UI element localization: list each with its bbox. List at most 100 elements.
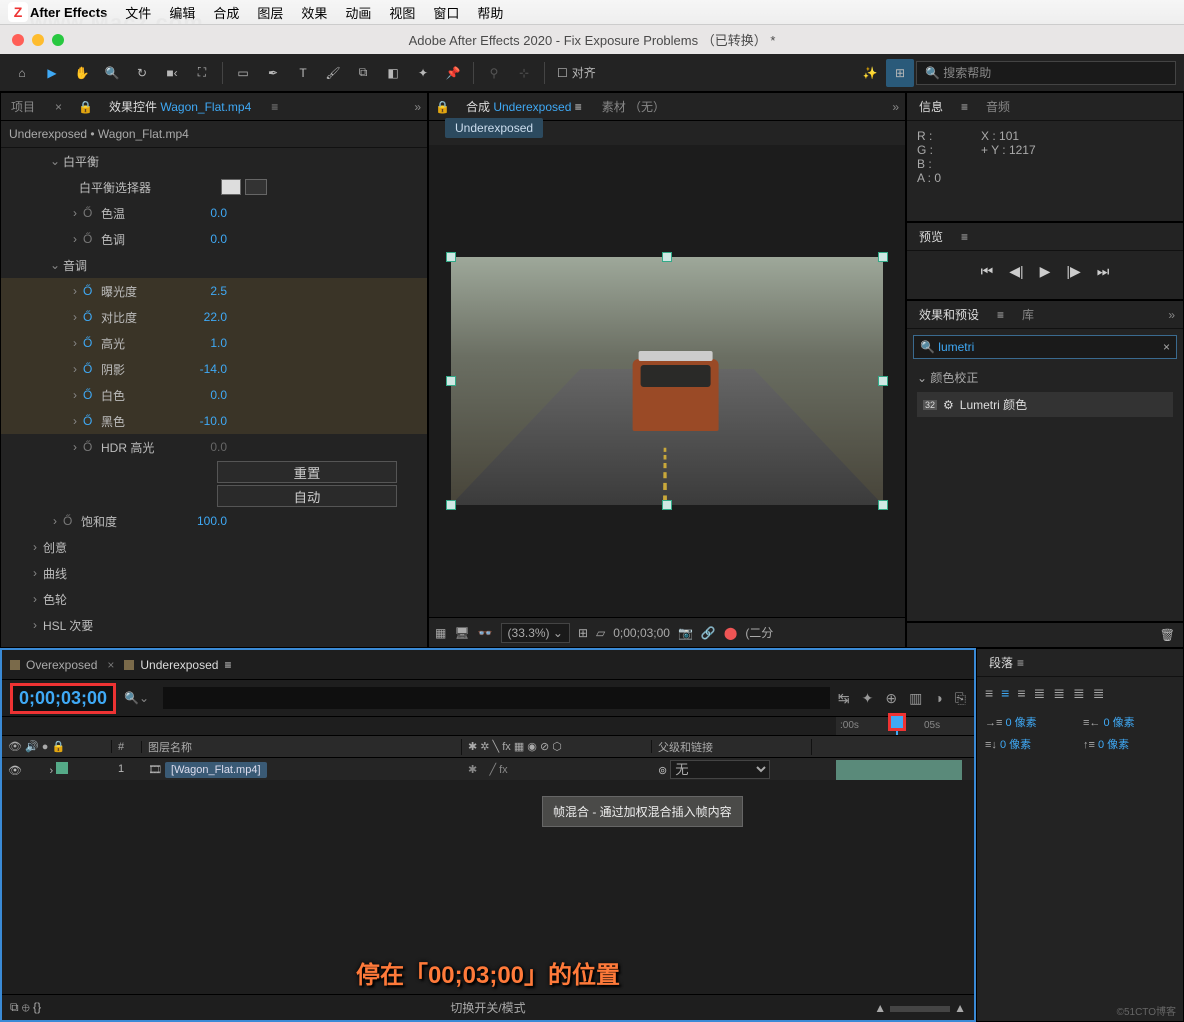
space-after[interactable]: ↑≡ 0 像素 [1083, 736, 1175, 752]
twirl-icon[interactable]: › [69, 310, 81, 324]
eraser-tool[interactable]: ◧ [379, 59, 407, 87]
justify-center-icon[interactable]: ≣ [1053, 685, 1065, 702]
next-frame-icon[interactable]: |▶ [1066, 263, 1080, 280]
color-swatch[interactable] [221, 179, 241, 195]
search-help-input[interactable]: 🔍 搜索帮助 [916, 61, 1176, 85]
twirl-icon[interactable]: ⌄ [49, 154, 61, 168]
mask-icon[interactable]: 👓 [478, 626, 493, 640]
grid-icon[interactable]: ▦ [435, 626, 446, 640]
twirl-icon[interactable]: › [69, 232, 81, 246]
prev-frame-icon[interactable]: ◀| [1009, 263, 1023, 280]
justify-left-icon[interactable]: ≣ [1034, 685, 1046, 702]
prop-tone[interactable]: 音调 [63, 257, 87, 274]
layer-name[interactable]: [Wagon_Flat.mp4] [165, 762, 266, 778]
resolution-dropdown[interactable]: (二分 [745, 624, 773, 641]
puppet-tool[interactable]: 📌 [439, 59, 467, 87]
twirl-icon[interactable]: ⌄ [917, 371, 927, 385]
stopwatch-icon[interactable]: Ő [83, 284, 97, 298]
tab-close-icon[interactable]: × [107, 658, 114, 672]
stopwatch-icon[interactable]: Ő [83, 388, 97, 402]
tab-footage[interactable]: 素材 （无） [598, 96, 669, 117]
workspace-icon[interactable]: ⊞ [886, 59, 914, 87]
menu-animation[interactable]: 动画 [345, 3, 371, 22]
menu-composition[interactable]: 合成 [213, 3, 239, 22]
layer-row[interactable]: 👁 › 1 🎞 [Wagon_Flat.mp4] ✱ ╱ fx ⊚ 无 [2, 758, 974, 780]
indent-left[interactable]: →≡ 0 像素 [985, 714, 1077, 730]
first-frame-icon[interactable]: ⏮ [981, 263, 994, 280]
wand-icon[interactable]: ✨ [856, 59, 884, 87]
menu-file[interactable]: 文件 [125, 3, 151, 22]
tab-audio[interactable]: 音频 [982, 96, 1014, 117]
twirl-icon[interactable]: › [29, 566, 41, 580]
tab-project[interactable]: 项目 [7, 96, 39, 117]
col-number[interactable]: # [112, 741, 142, 753]
prop-shadows-value[interactable]: -14.0 [200, 362, 227, 376]
frame-blend-icon[interactable]: ✦ [862, 690, 874, 707]
stopwatch-icon[interactable]: Ő [83, 362, 97, 376]
graph-editor-icon[interactable]: ▥ [909, 690, 922, 707]
tab-composition[interactable]: 合成 Underexposed ≡ [462, 96, 586, 117]
camera-tool[interactable]: ■‹ [158, 59, 186, 87]
reset-button[interactable]: 重置 [217, 461, 397, 483]
twirl-icon[interactable]: › [69, 362, 81, 376]
stopwatch-icon[interactable]: Ő [83, 336, 97, 350]
transform-handle[interactable] [878, 500, 888, 510]
twirl-icon[interactable]: › [49, 514, 61, 528]
clone-tool[interactable]: ⧉ [349, 59, 377, 87]
tab-effect-controls[interactable]: 效果控件 Wagon_Flat.mp4 [105, 96, 255, 117]
twirl-icon[interactable]: › [29, 618, 41, 632]
twirl-icon[interactable]: › [29, 592, 41, 606]
twirl-icon[interactable]: › [69, 414, 81, 428]
twirl-icon[interactable]: › [69, 206, 81, 220]
type-tool[interactable]: T [289, 59, 317, 87]
twirl-icon[interactable]: › [69, 388, 81, 402]
effect-item-lumetri[interactable]: 32⚙Lumetri 颜色 [917, 392, 1173, 417]
menu-help[interactable]: 帮助 [477, 3, 503, 22]
stopwatch-icon[interactable]: Ő [83, 310, 97, 324]
timeline-timecode[interactable]: 0;00;03;00 [10, 683, 116, 714]
prop-creative[interactable]: 创意 [43, 539, 67, 556]
zoom-out-icon[interactable]: ▲ [874, 1001, 886, 1015]
transform-handle[interactable] [662, 252, 672, 262]
prop-colorwheel[interactable]: 色轮 [43, 591, 67, 608]
tab-info[interactable]: 信息 [915, 96, 947, 117]
zoom-in-icon[interactable]: ▲ [954, 1001, 966, 1015]
stopwatch-icon[interactable]: Ő [83, 232, 97, 246]
chevron-right-icon[interactable]: » [414, 100, 421, 114]
transform-handle[interactable] [446, 376, 456, 386]
twirl-icon[interactable]: › [29, 540, 41, 554]
composition-flowchart-icon[interactable]: ⧉ ⊕ {} [10, 1000, 41, 1015]
display-icon[interactable]: 🖥 [454, 626, 469, 640]
hand-tool[interactable]: ✋ [68, 59, 96, 87]
transform-handle[interactable] [878, 252, 888, 262]
lock-icon[interactable]: 🔒 [78, 100, 93, 114]
panel-menu-icon[interactable]: ≡ [1017, 656, 1024, 670]
time-ruler[interactable]: :00s 05s [836, 717, 974, 735]
video-frame[interactable] [451, 257, 883, 505]
zoom-tool[interactable]: 🔍 [98, 59, 126, 87]
prop-white-balance[interactable]: 白平衡 [63, 153, 99, 170]
pickwhip-icon[interactable]: ⊚ [658, 765, 667, 777]
timeline-tab-overexposed[interactable]: Overexposed [10, 658, 97, 672]
render-icon[interactable]: ⎘ [955, 690, 966, 707]
transform-handle[interactable] [446, 500, 456, 510]
pen-tool[interactable]: ✒ [259, 59, 287, 87]
timeline-tab-underexposed[interactable]: Underexposed ≡ [124, 658, 231, 672]
menu-view[interactable]: 视图 [389, 3, 415, 22]
twirl-icon[interactable]: › [69, 336, 81, 350]
home-icon[interactable]: ⌂ [8, 59, 36, 87]
twirl-icon[interactable]: › [69, 284, 81, 298]
layer-clip[interactable] [836, 760, 962, 780]
tab-library[interactable]: 库 [1018, 304, 1038, 325]
color-icon[interactable]: ⬤ [724, 626, 737, 640]
stopwatch-icon[interactable]: Ő [63, 514, 77, 528]
tab-preview[interactable]: 预览 [915, 226, 947, 247]
zoom-dropdown[interactable]: (33.3%) ⌄ [501, 623, 570, 643]
snapshot-icon[interactable]: 📷 [678, 626, 693, 640]
justify-right-icon[interactable]: ≣ [1073, 685, 1085, 702]
parent-dropdown[interactable]: 无 [670, 760, 770, 779]
tab-effects-presets[interactable]: 效果和预设 [915, 304, 983, 325]
tab-paragraph[interactable]: 段落 [985, 652, 1017, 673]
twirl-icon[interactable]: ⌄ [49, 258, 61, 272]
col-layer-name[interactable]: 图层名称 [142, 739, 462, 755]
